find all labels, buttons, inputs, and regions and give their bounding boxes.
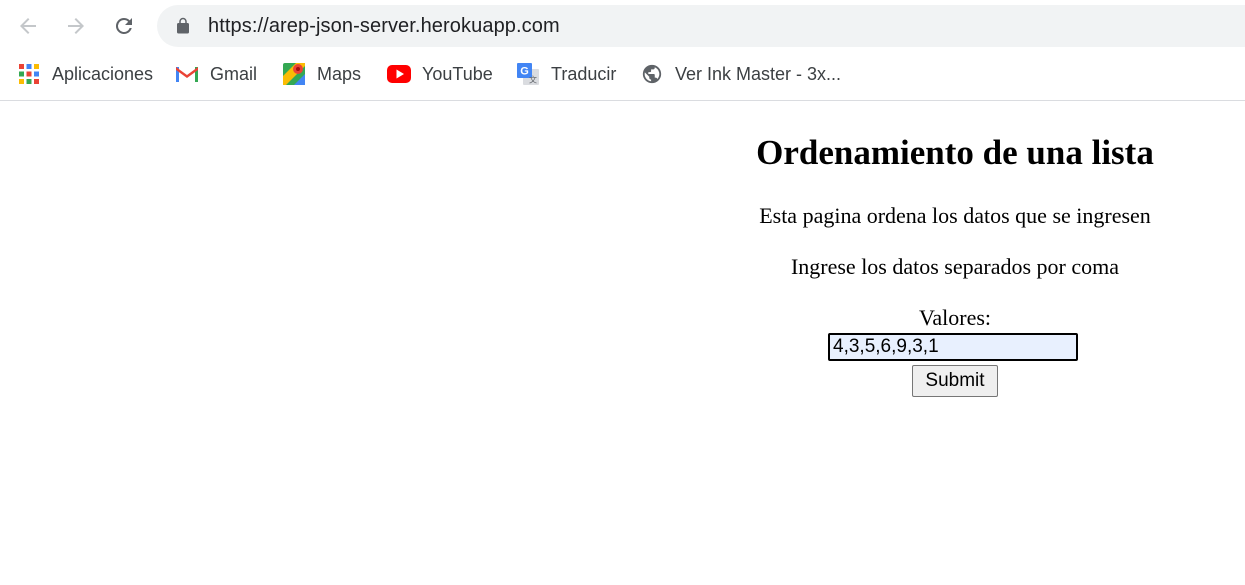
svg-text:G: G xyxy=(520,66,529,78)
url-text[interactable]: https://arep-json-server.herokuapp.com xyxy=(208,5,560,47)
bookmark-gmail[interactable]: Gmail xyxy=(175,52,257,96)
reload-icon xyxy=(115,17,132,34)
page-description: Esta pagina ordena los datos que se ingr… xyxy=(759,203,1151,228)
bookmark-label: Ver Ink Master - 3x... xyxy=(675,63,842,84)
page-title: Ordenamiento de una lista xyxy=(756,133,1154,172)
globe-icon xyxy=(640,62,664,86)
svg-text:文: 文 xyxy=(529,75,537,85)
browser-toolbar: https://arep-json-server.herokuapp.com xyxy=(0,0,1245,52)
bookmark-label: Maps xyxy=(317,63,362,84)
reload-button[interactable] xyxy=(108,10,140,42)
back-button[interactable] xyxy=(12,10,44,42)
bookmark-maps[interactable]: Maps xyxy=(282,52,361,96)
bookmark-translate[interactable]: G 文 Traducir xyxy=(516,52,616,96)
values-input[interactable] xyxy=(828,333,1078,361)
page-content: Ordenamiento de una lista Esta pagina or… xyxy=(0,101,1245,585)
bookmark-apps[interactable]: Aplicaciones xyxy=(17,52,153,96)
forward-arrow-icon xyxy=(68,18,84,34)
lock-icon[interactable] xyxy=(174,17,192,35)
forward-button[interactable] xyxy=(60,10,92,42)
address-bar[interactable]: https://arep-json-server.herokuapp.com xyxy=(157,5,1245,47)
values-label: Valores: xyxy=(918,305,992,330)
bookmark-ink-master[interactable]: Ver Ink Master - 3x... xyxy=(640,52,841,96)
bookmark-label: Gmail xyxy=(210,63,258,84)
page-instruction: Ingrese los datos separados por coma xyxy=(790,254,1120,279)
bookmark-label: YouTube xyxy=(422,63,493,84)
bookmark-label: Traducir xyxy=(551,63,617,84)
bookmarks-bar: Aplicaciones Gmail Maps YouTube G 文 Trad… xyxy=(0,52,1245,101)
maps-icon xyxy=(282,62,306,86)
bookmark-youtube[interactable]: YouTube xyxy=(387,52,493,96)
translate-icon: G 文 xyxy=(516,62,540,86)
gmail-icon xyxy=(175,62,199,86)
back-arrow-icon xyxy=(20,18,36,34)
youtube-icon xyxy=(387,62,411,86)
apps-grid-icon xyxy=(17,62,41,86)
bookmark-label: Aplicaciones xyxy=(52,63,154,84)
submit-button[interactable]: Submit xyxy=(912,365,998,397)
